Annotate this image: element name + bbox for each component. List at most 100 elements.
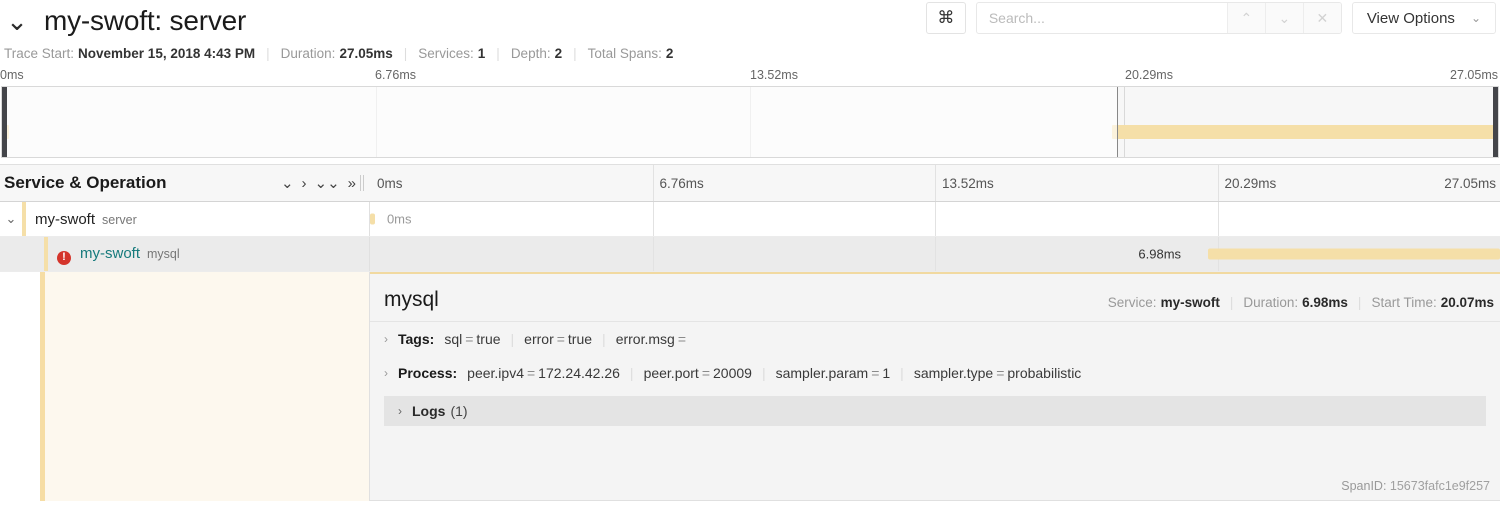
span-row-label-cell[interactable]: ⌄ my-swoft server (0, 202, 370, 236)
chevron-right-icon[interactable]: › (384, 332, 388, 346)
span-detail-area: mysql Service: my-swoft | Duration: 6.98… (0, 272, 1500, 501)
kv-value: 172.24.42.26 (538, 365, 620, 381)
view-options-button[interactable]: View Options ⌄ (1351, 2, 1496, 34)
trace-minimap[interactable]: 0ms 6.76ms 13.52ms 20.29ms 27.05ms (0, 68, 1500, 164)
collapse-all-icon[interactable]: ⌄⌄ (315, 176, 340, 191)
logs-section-toggle[interactable]: › Logs (1) (384, 396, 1486, 426)
span-row[interactable]: ⌄ my-swoft server 0ms (0, 202, 1500, 237)
detail-gutter (0, 272, 370, 501)
equals-sign: = (556, 331, 565, 347)
detail-gutter-fill (45, 272, 369, 501)
minimap-drag-handle-left[interactable] (2, 87, 7, 157)
kv-key: sql (444, 331, 463, 347)
process-chip: sampler.param = 1 (776, 365, 891, 381)
total-spans-label: Total Spans: (587, 45, 662, 61)
timeline-gridline (935, 237, 936, 271)
divider: | (629, 365, 634, 381)
detail-meta: Service: my-swoft | Duration: 6.98ms | S… (1108, 295, 1494, 312)
divider: | (510, 331, 515, 347)
kv-key: error.msg (615, 331, 675, 347)
close-icon[interactable]: ✕ (1302, 3, 1341, 33)
command-key-icon[interactable]: ⌘ (925, 2, 966, 34)
divider: | (1357, 295, 1362, 310)
span-bar-cell[interactable]: 6.98ms (370, 237, 1500, 271)
equals-sign: = (465, 331, 474, 347)
span-detail-panel: mysql Service: my-swoft | Duration: 6.98… (370, 272, 1500, 501)
span-label: ! my-swoft mysql (48, 245, 180, 265)
span-service-name: my-swoft (80, 245, 140, 263)
chevron-down-icon[interactable]: ⌄ (1264, 3, 1303, 33)
tags-list: sql = true | error = true | error.msg = (444, 331, 689, 347)
span-label: my-swoft server (26, 211, 137, 228)
equals-sign: = (871, 365, 880, 381)
trace-header: ⌄ my-swoft: server ⌘ ⌃ ⌄ ✕ View Options … (0, 0, 1500, 42)
span-rows: ⌄ my-swoft server 0ms ! my-swoft mysql 6.98ms (0, 202, 1500, 272)
process-chip: sampler.type = probabilistic (914, 365, 1082, 381)
panel-bottom-rule (370, 500, 1500, 501)
expand-one-icon[interactable]: › (302, 176, 307, 191)
minimap-drag-handle-right[interactable] (1493, 87, 1498, 157)
chevron-up-icon[interactable]: ⌃ (1226, 3, 1265, 33)
collapse-one-icon[interactable]: ⌄ (281, 176, 294, 191)
span-duration-bar[interactable] (370, 213, 375, 225)
span-id: SpanID: 15673fafc1e9f257 (1341, 479, 1490, 493)
service-operation-header: Service & Operation ⌄ › ⌄⌄ » (0, 165, 370, 201)
timeline-gridline (652, 165, 654, 201)
span-duration-bar[interactable] (1208, 248, 1500, 260)
chevron-right-icon[interactable]: › (398, 404, 402, 418)
span-duration-label: 0ms (386, 211, 412, 227)
chevron-down-icon[interactable]: ⌄ (0, 211, 22, 227)
tags-label: Tags: (398, 331, 435, 347)
process-list: peer.ipv4 = 172.24.42.26 | peer.port = 20009 | s… (467, 365, 1081, 381)
divider: | (602, 331, 606, 347)
kv-key: error (524, 331, 554, 347)
column-title: Service & Operation (4, 173, 167, 192)
minimap-tick: 6.76ms (375, 68, 416, 82)
divider: | (573, 45, 577, 61)
kv-key: peer.ipv4 (467, 365, 524, 381)
chevron-right-icon[interactable]: › (384, 366, 388, 380)
timeline-gridline (652, 202, 654, 236)
chevron-down-icon: ⌄ (1470, 11, 1481, 25)
minimap-tick: 27.05ms (1450, 68, 1498, 82)
divider: | (266, 45, 270, 61)
chevron-down-icon[interactable]: ⌄ (4, 8, 30, 34)
expand-all-icon[interactable]: » (348, 176, 356, 191)
minimap-selection-edge[interactable] (1116, 87, 1118, 157)
span-row-label-cell[interactable]: ! my-swoft mysql (0, 237, 370, 271)
minimap-gridline (1124, 87, 1125, 157)
detail-duration-value: 6.98ms (1302, 295, 1348, 310)
timeline-tick: 6.76ms (659, 176, 704, 191)
duration-label: Duration: (280, 45, 336, 61)
minimap-dim-overlay (2, 87, 1117, 157)
span-bar-cell[interactable]: 0ms (370, 202, 1500, 236)
logs-count: (1) (450, 403, 468, 419)
span-id-value: 15673fafc1e9f257 (1389, 479, 1490, 493)
search-input[interactable] (976, 3, 1227, 33)
trace-start-value: November 15, 2018 4:43 PM (78, 45, 256, 61)
span-duration-label: 6.98ms (1138, 246, 1182, 262)
timeline-gridline (935, 165, 936, 201)
tags-row[interactable]: › Tags: sql = true | error = true | error.msg = (370, 322, 1500, 356)
equals-sign: = (996, 365, 1005, 381)
kv-value: 1 (882, 365, 891, 381)
total-spans-value: 2 (665, 45, 674, 61)
minimap-viewport[interactable] (1, 86, 1499, 158)
divider: | (403, 45, 408, 61)
depth-value: 2 (554, 45, 563, 61)
process-chip: peer.ipv4 = 172.24.42.26 (467, 365, 620, 381)
divider: | (900, 365, 904, 381)
tree-controls: ⌄ › ⌄⌄ » (281, 176, 370, 191)
tag-chip: error.msg = (616, 331, 689, 347)
column-resize-handle[interactable] (360, 175, 368, 191)
timeline-tick-header: 0ms 6.76ms 13.52ms 20.29ms 27.05ms (370, 165, 1500, 201)
timeline-tick: 27.05ms (1444, 176, 1496, 191)
kv-value: 20009 (713, 365, 752, 381)
process-row[interactable]: › Process: peer.ipv4 = 172.24.42.26 | peer.p… (370, 356, 1500, 390)
equals-sign: = (677, 331, 686, 347)
detail-start-value: 20.07ms (1440, 295, 1494, 310)
minimap-span-bar (1112, 125, 1495, 139)
search-group: ⌃ ⌄ ✕ (975, 2, 1342, 34)
timeline-tick: 0ms (377, 176, 403, 191)
span-row[interactable]: ! my-swoft mysql 6.98ms (0, 237, 1500, 272)
